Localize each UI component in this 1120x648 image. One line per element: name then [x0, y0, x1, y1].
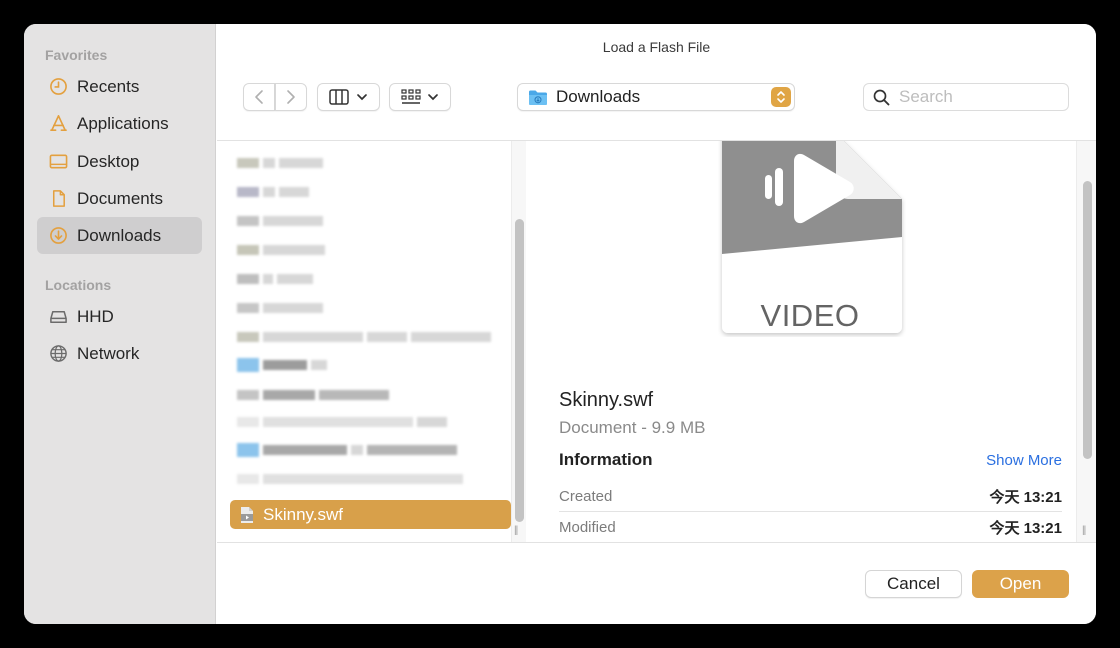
preview-pane: VIDEO Skinny.swf Document - 9.9 MB Infor…	[545, 141, 1076, 542]
info-key: Created	[559, 488, 613, 505]
list-item[interactable]	[237, 443, 457, 457]
list-item[interactable]	[237, 415, 447, 429]
sidebar-item-label: HHD	[77, 306, 114, 326]
sidebar-item-applications[interactable]: Applications	[37, 105, 202, 142]
sidebar-item-downloads[interactable]: Downloads	[37, 217, 202, 254]
selected-file-name: Skinny.swf	[263, 504, 343, 524]
show-more-link[interactable]: Show More	[986, 452, 1062, 469]
folder-icon	[529, 90, 547, 105]
file-list-column: Skinny.swf ||	[217, 141, 526, 542]
information-heading: Information	[559, 450, 653, 469]
stepper-icon	[771, 87, 791, 107]
scrollbar-thumb[interactable]	[1083, 181, 1092, 459]
list-item[interactable]	[237, 388, 389, 402]
sidebar-item-documents[interactable]: Documents	[37, 180, 202, 217]
grid-icon	[401, 89, 421, 104]
main-panel: Load a Flash File Downloads Search Skinn…	[217, 24, 1096, 624]
sidebar-item-label: Recents	[77, 76, 140, 96]
column-resize-grip[interactable]: ||	[514, 525, 518, 536]
open-button[interactable]: Open	[972, 570, 1069, 598]
view-mode-button[interactable]	[317, 83, 380, 111]
list-item[interactable]	[237, 272, 313, 286]
hard-drive-icon	[48, 307, 68, 327]
cancel-button[interactable]: Cancel	[865, 570, 962, 598]
sidebar-item-label: Downloads	[77, 225, 162, 245]
chevron-down-icon	[428, 94, 438, 101]
preview-icon-label: VIDEO	[760, 298, 860, 333]
sidebar-item-recents[interactable]: Recents	[37, 68, 202, 105]
globe-icon	[48, 344, 68, 364]
info-value: 今天 13:21	[989, 489, 1062, 506]
preview-file-name: Skinny.swf	[559, 389, 654, 411]
location-dropdown[interactable]: Downloads	[517, 83, 795, 111]
list-item[interactable]	[237, 472, 463, 486]
list-item[interactable]	[237, 358, 327, 372]
list-item[interactable]	[237, 330, 491, 344]
group-by-button[interactable]	[389, 83, 451, 111]
location-label: Downloads	[556, 87, 641, 106]
list-item[interactable]	[237, 214, 323, 228]
list-item[interactable]	[237, 243, 325, 257]
search-icon	[873, 89, 890, 105]
sidebar-item-label: Applications	[77, 113, 169, 133]
sidebar-item-desktop[interactable]: Desktop	[37, 143, 202, 180]
columns-view-icon	[329, 89, 349, 105]
forward-button[interactable]	[275, 83, 307, 111]
download-icon	[48, 226, 68, 246]
locations-heading: Locations	[45, 277, 112, 293]
scrollbar-thumb[interactable]	[515, 219, 524, 522]
clock-icon	[48, 77, 68, 97]
info-row-created: Created 今天 13:21	[559, 482, 1062, 512]
file-dialog: Favorites Recents Applications Desktop D…	[24, 24, 1096, 624]
chevron-down-icon	[357, 94, 367, 101]
video-file-icon	[241, 506, 253, 523]
info-row-modified: Modified 今天 13:21	[559, 513, 1062, 542]
file-list-scrollbar[interactable]: ||	[511, 141, 526, 542]
search-field[interactable]	[863, 83, 1069, 111]
chevron-left-icon	[255, 90, 263, 104]
sidebar-item-label: Network	[77, 343, 140, 363]
desktop-icon	[48, 152, 68, 172]
document-icon	[48, 189, 68, 209]
info-value: 今天 13:21	[989, 520, 1062, 537]
chevron-right-icon	[287, 90, 295, 104]
preview-scrollbar[interactable]: ||	[1076, 141, 1096, 542]
column-resize-grip[interactable]: ||	[1082, 525, 1086, 536]
sidebar-item-hhd[interactable]: HHD	[37, 298, 202, 335]
search-input[interactable]	[899, 87, 1059, 107]
favorites-heading: Favorites	[45, 47, 108, 63]
dialog-title: Load a Flash File	[602, 39, 711, 55]
sidebar-item-label: Desktop	[77, 151, 140, 171]
list-item[interactable]	[237, 301, 323, 315]
sidebar-item-network[interactable]: Network	[37, 335, 202, 372]
list-item[interactable]	[237, 185, 309, 199]
footer-divider	[217, 542, 1096, 543]
back-button[interactable]	[243, 83, 275, 111]
applications-icon	[48, 114, 68, 134]
info-key: Modified	[559, 519, 616, 536]
preview-file-kind-size: Document - 9.9 MB	[559, 418, 706, 437]
list-item[interactable]	[237, 156, 323, 170]
sidebar-item-label: Documents	[77, 188, 163, 208]
file-row-selected[interactable]: Skinny.swf	[230, 500, 511, 529]
sidebar: Favorites Recents Applications Desktop D…	[24, 24, 216, 624]
